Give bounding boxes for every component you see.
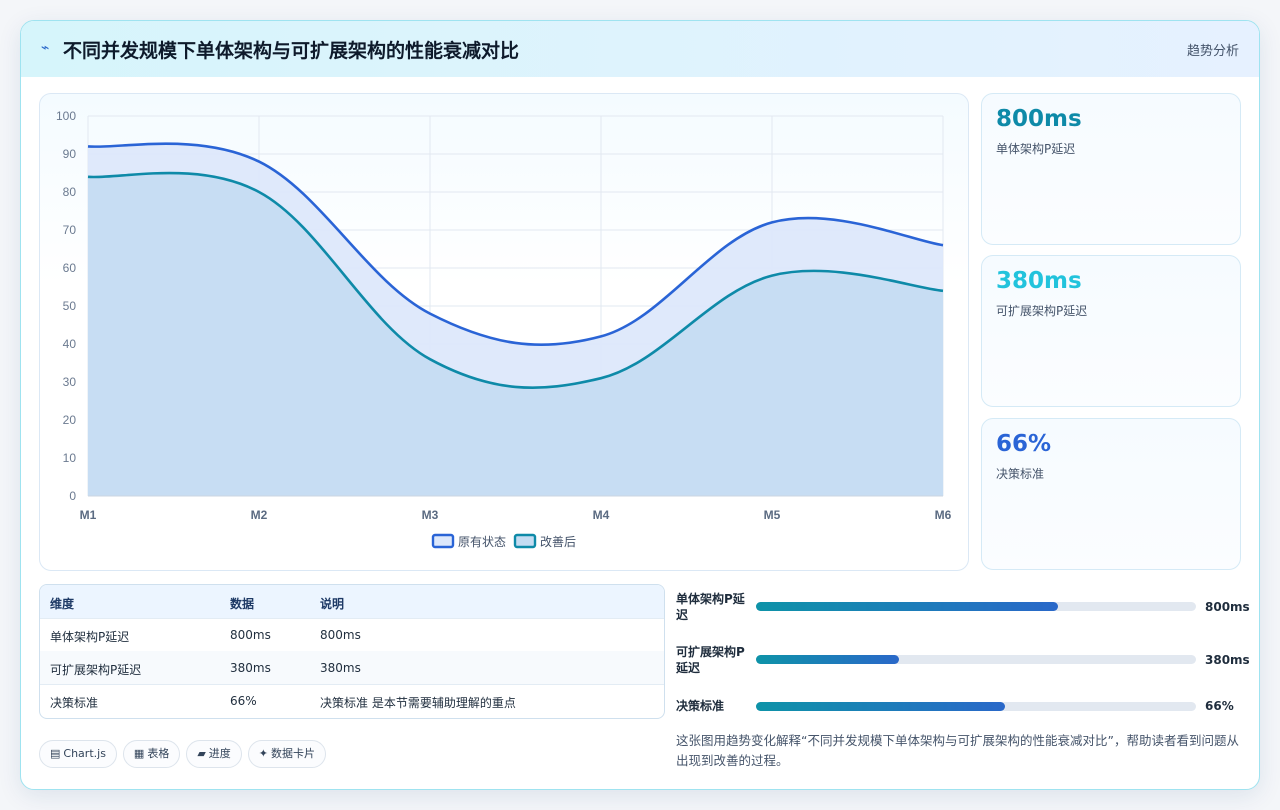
column-header: 数据	[230, 597, 255, 611]
chip-data-card[interactable]: ✦ 数据卡片	[247, 740, 327, 768]
progress-fill	[756, 702, 1006, 711]
progress-value: 800ms	[1205, 600, 1250, 614]
x-tick-label: M4	[593, 508, 610, 522]
x-tick-label: M5	[764, 508, 781, 522]
chip-chartjs[interactable]: ▤ Chart.js	[39, 740, 117, 768]
legend-label: 原有状态	[458, 535, 506, 549]
tech-chips: ▤ Chart.js ▦ 表格 ▰ 进度 ✦ 数据卡片	[39, 740, 332, 770]
y-tick-label: 60	[63, 261, 77, 275]
stat-card-decision: 66% 决策标准	[981, 418, 1241, 570]
y-tick-label: 10	[63, 451, 77, 465]
progress-label: 可扩展架构P延迟	[676, 645, 745, 675]
stat-value: 66%	[996, 431, 1052, 457]
progress-label: 决策标准	[676, 699, 725, 713]
progress-value: 66%	[1205, 699, 1234, 713]
y-tick-label: 100	[56, 109, 76, 123]
area-chart: 0 10 20 30 40 50 60 70 80 90 100 M1 M2 M3 M4 M5 M6 原有状态 改善…	[56, 109, 952, 549]
y-tick-label: 50	[63, 299, 77, 313]
table-icon: ▦	[133, 747, 145, 760]
stat-value: 800ms	[996, 106, 1082, 132]
chip-label: 表格	[147, 747, 170, 760]
progress-label: 单体架构P延迟	[676, 592, 745, 622]
table-row: 单体架构P延迟 800ms 800ms	[40, 618, 664, 652]
progress-fill	[756, 655, 899, 664]
chip-label: 数据卡片	[271, 747, 316, 760]
y-tick-label: 0	[69, 489, 76, 503]
x-tick-label: M6	[935, 508, 952, 522]
progress-icon: ▰	[197, 747, 206, 760]
table-cell: 66%	[230, 694, 257, 708]
table-cell: 380ms	[230, 661, 271, 675]
chip-table[interactable]: ▦ 表格	[122, 740, 181, 768]
table-cell: 单体架构P延迟	[50, 630, 130, 644]
chip-progress[interactable]: ▰ 进度	[186, 740, 242, 768]
progress-track	[756, 602, 1196, 611]
table-row: 可扩展架构P延迟 380ms 380ms	[40, 651, 664, 685]
progress-track	[756, 655, 1196, 664]
stat-label: 单体架构P延迟	[996, 142, 1076, 156]
x-tick-label: M3	[422, 508, 439, 522]
sparkle-icon: ✦	[258, 747, 269, 760]
y-tick-label: 20	[63, 413, 77, 427]
chart-description: 这张图用趋势变化解释“不同并发规模下单体架构与可扩展架构的性能衰减对比”，帮助读…	[676, 733, 1239, 768]
table-cell: 800ms	[230, 628, 271, 642]
table-header-row: 维度 数据 说明	[40, 585, 664, 619]
progress-value: 380ms	[1205, 653, 1250, 667]
table-cell: 800ms	[320, 628, 361, 642]
y-tick-label: 90	[63, 147, 77, 161]
x-tick-label: M2	[251, 508, 268, 522]
report-card: ⌁ 不同并发规模下单体架构与可扩展架构的性能衰减对比 趋势分析 0 10 20 30 4…	[20, 20, 1260, 790]
table-cell: 380ms	[320, 661, 361, 675]
table-row: 决策标准 66% 决策标准 是本节需要辅助理解的重点	[40, 684, 664, 717]
y-tick-label: 80	[63, 185, 77, 199]
column-header: 说明	[320, 597, 345, 611]
chart-panel: 0 10 20 30 40 50 60 70 80 90 100 M1 M2 M3 M4 M5 M6 原有状态 改善…	[39, 93, 969, 571]
column-header: 维度	[50, 597, 75, 611]
y-tick-label: 30	[63, 375, 77, 389]
legend-swatch	[513, 533, 537, 549]
stat-label: 可扩展架构P延迟	[996, 304, 1088, 318]
x-tick-label: M1	[80, 508, 97, 522]
table-cell: 决策标准	[50, 696, 99, 710]
progress-track	[756, 702, 1196, 711]
table-cell: 可扩展架构P延迟	[50, 663, 142, 677]
card-header: ⌁ 不同并发规模下单体架构与可扩展架构的性能衰减对比 趋势分析	[21, 21, 1259, 77]
progress-fill	[756, 602, 1058, 611]
legend-label: 改善后	[540, 534, 576, 549]
legend-swatch	[431, 533, 455, 549]
chart-trend-icon: ⌁	[41, 40, 50, 56]
stat-card-monolith: 800ms 单体架构P延迟	[981, 93, 1241, 245]
header-tag: 趋势分析	[1186, 44, 1239, 59]
stat-value: 380ms	[996, 268, 1082, 294]
table-cell: 决策标准 是本节需要辅助理解的重点	[320, 696, 516, 710]
y-tick-label: 40	[63, 337, 77, 351]
data-table: 维度 数据 说明 单体架构P延迟 800ms 800ms 可扩展架构P延迟 38…	[39, 584, 665, 719]
chart-icon: ▤	[50, 747, 61, 760]
y-tick-label: 70	[63, 223, 77, 237]
stat-card-scalable: 380ms 可扩展架构P延迟	[981, 255, 1241, 407]
chip-label: Chart.js	[63, 747, 106, 760]
page-title: 不同并发规模下单体架构与可扩展架构的性能衰减对比	[63, 40, 520, 62]
chip-label: 进度	[208, 747, 231, 760]
stat-label: 决策标准	[996, 467, 1045, 481]
